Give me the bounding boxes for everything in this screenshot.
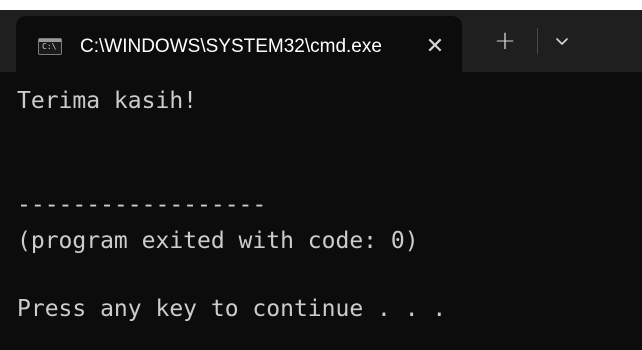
title-bar: C:\ C:\WINDOWS\SYSTEM32\cmd.exe ✕ + [0, 10, 642, 72]
tab-title: C:\WINDOWS\SYSTEM32\cmd.exe [80, 36, 382, 57]
tab-cmd[interactable]: C:\ C:\WINDOWS\SYSTEM32\cmd.exe ✕ [16, 16, 462, 72]
top-strip [0, 0, 642, 10]
close-icon[interactable]: ✕ [421, 33, 449, 61]
plus-icon[interactable]: + [490, 27, 520, 57]
chevron-down-icon[interactable] [550, 28, 574, 54]
console-output[interactable]: Terima kasih! ------------------ (progra… [0, 72, 642, 350]
terminal-window: C:\ C:\WINDOWS\SYSTEM32\cmd.exe ✕ + Teri… [0, 10, 642, 350]
console-separator-line: ------------------ [17, 192, 267, 218]
console-line: Terima kasih! [17, 88, 198, 114]
console-icon: C:\ [38, 38, 62, 55]
console-line: (program exited with code: 0) [17, 228, 419, 254]
toolbar-divider [537, 28, 538, 54]
console-line: Press any key to continue . . . [17, 296, 447, 322]
